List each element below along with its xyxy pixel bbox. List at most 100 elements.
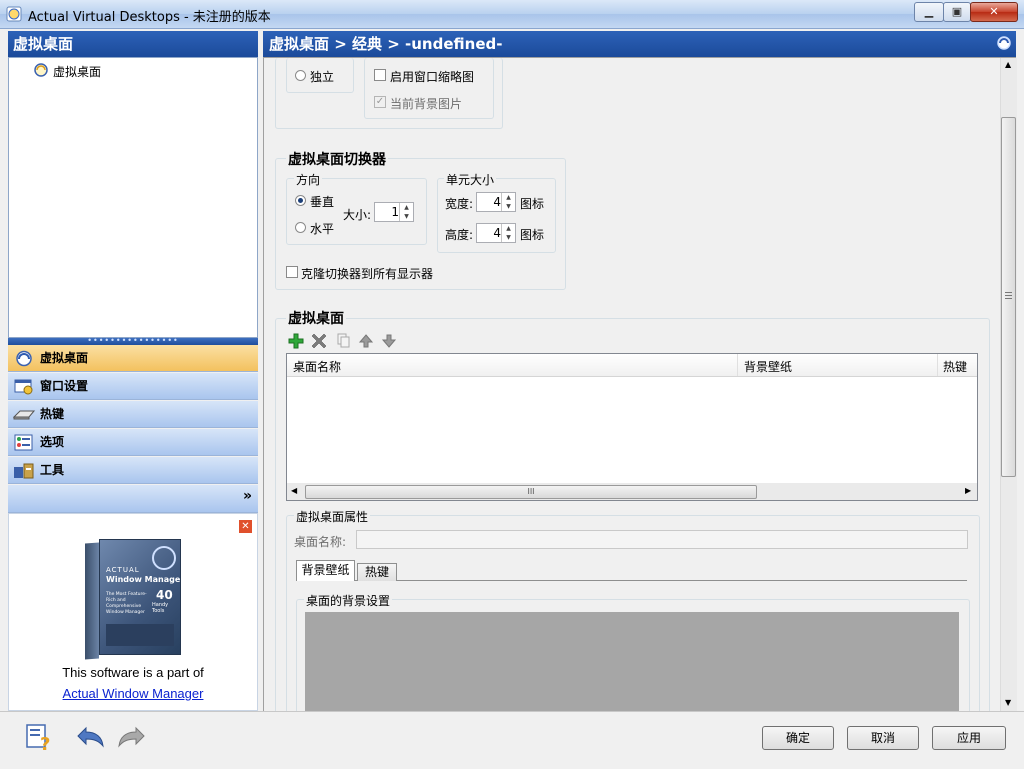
width-stepper[interactable]: 4 ▲ ▼ [476, 192, 516, 212]
desktop-name-label: 桌面名称: [294, 535, 347, 549]
desktops-table[interactable]: 桌面名称 背景壁纸 热键 ◀ III ▶ [286, 353, 978, 501]
column-hotkey[interactable]: 热键 [943, 358, 967, 375]
checkbox-current-bg: ✓ [374, 96, 386, 108]
radio-vertical[interactable] [295, 195, 306, 206]
copy-desktop-icon [337, 333, 350, 348]
stepper-down-icon[interactable]: ▼ [501, 202, 515, 211]
checkbox-clone-switcher-label: 克隆切换器到所有显示器 [301, 267, 434, 281]
nav-item-tools[interactable]: 工具 [8, 457, 258, 484]
stepper-up-icon[interactable]: ▲ [501, 193, 515, 202]
size-label: 大小: [343, 208, 372, 222]
tab-hotkey[interactable]: 热键 [357, 563, 397, 581]
height-label: 高度: [445, 228, 474, 242]
tree-item-label: 虚拟桌面 [53, 65, 102, 79]
nav-item-virtual-desktop[interactable]: 虚拟桌面 [8, 345, 258, 372]
size-value: 1 [391, 205, 399, 219]
virtual-desktop-icon [34, 63, 48, 77]
virtual-desktop-icon [16, 350, 32, 367]
help-icon[interactable]: ? [24, 722, 54, 752]
nav-item-options[interactable]: 选项 [8, 429, 258, 456]
table-hscrollbar[interactable]: ◀ III ▶ [287, 483, 977, 500]
desktops-title: 虚拟桌面 [286, 308, 346, 328]
move-down-icon [381, 334, 397, 348]
options-icon [14, 434, 33, 451]
ok-button[interactable]: 确定 [762, 726, 834, 750]
tools-icon [14, 463, 34, 479]
bottom-bar: ? 确定 取消 应用 [0, 711, 1024, 769]
radio-vertical-label: 垂直 [310, 195, 335, 209]
close-button[interactable]: ✕ [970, 2, 1018, 22]
nav-more-button[interactable]: » [8, 485, 258, 513]
panel-splitter[interactable]: •••••••••••••••• [8, 337, 258, 345]
maximize-button[interactable]: ▣ [943, 2, 971, 22]
stepper-up-icon[interactable]: ▲ [501, 224, 515, 233]
move-up-icon [358, 334, 374, 348]
bg-preview [305, 612, 959, 711]
radio-horizontal[interactable] [295, 222, 306, 233]
table-header: 桌面名称 背景壁纸 热键 [287, 354, 977, 377]
window-title: Actual Virtual Desktops - 未注册的版本 [28, 10, 271, 25]
height-unit: 图标 [520, 228, 545, 242]
promo-panel: ✕ ACTUAL Window Manager The Most Feature… [8, 513, 258, 711]
desktop-name-input [356, 530, 968, 549]
stepper-down-icon[interactable]: ▼ [399, 212, 413, 221]
checkbox-enable-thumb[interactable] [374, 69, 386, 81]
scroll-left-icon[interactable]: ◀ [291, 486, 297, 495]
tab-wallpaper[interactable]: 背景壁纸 [296, 560, 355, 581]
window-settings-icon [14, 379, 33, 395]
direction-title: 方向 [294, 171, 323, 188]
scroll-up-icon[interactable]: ▲ [1005, 60, 1011, 69]
nav-item-label: 虚拟桌面 [40, 351, 89, 365]
scroll-right-icon[interactable]: ▶ [965, 486, 971, 495]
radio-horizontal-label: 水平 [310, 222, 335, 236]
checkbox-current-bg-label: 当前背景图片 [390, 97, 463, 111]
hscroll-thumb[interactable]: III [305, 485, 757, 499]
size-stepper[interactable]: 1 ▲ ▼ [374, 202, 414, 222]
height-stepper[interactable]: 4 ▲ ▼ [476, 223, 516, 243]
title-bar: Actual Virtual Desktops - 未注册的版本 ▁ ▣ ✕ [0, 0, 1024, 29]
keyboard-icon [13, 410, 35, 420]
left-panel-title: 虚拟桌面 [8, 31, 258, 57]
height-value: 4 [493, 226, 501, 240]
nav-item-label: 选项 [40, 435, 65, 449]
apply-button[interactable]: 应用 [932, 726, 1006, 750]
redo-icon [118, 726, 145, 748]
checkbox-enable-thumb-label: 启用窗口缩略图 [390, 70, 475, 84]
app-icon [6, 6, 22, 22]
desktop-tree[interactable]: 虚拟桌面 [8, 57, 258, 338]
bg-settings-title: 桌面的背景设置 [304, 592, 393, 609]
nav-item-label: 工具 [40, 463, 65, 477]
chevron-double-down-icon: » [242, 488, 252, 504]
column-wallpaper[interactable]: 背景壁纸 [744, 358, 792, 375]
scroll-down-icon[interactable]: ▼ [1005, 698, 1011, 707]
nav-item-hotkeys[interactable]: 热键 [8, 401, 258, 428]
minimize-button[interactable]: ▁ [914, 2, 944, 22]
svg-text:?: ? [40, 734, 50, 752]
column-desktop-name[interactable]: 桌面名称 [293, 358, 341, 375]
desktop-properties-title: 虚拟桌面属性 [294, 508, 371, 525]
cell-size-title: 单元大小 [444, 171, 497, 188]
switcher-title: 虚拟桌面切换器 [286, 149, 388, 169]
stepper-down-icon[interactable]: ▼ [501, 233, 515, 242]
nav-item-label: 热键 [40, 407, 65, 421]
checkbox-clone-switcher[interactable] [286, 266, 298, 278]
promo-text: This software is a part of [62, 665, 204, 680]
nav-item-label: 窗口设置 [40, 379, 89, 393]
vscroll-thumb[interactable] [1001, 117, 1016, 477]
stepper-up-icon[interactable]: ▲ [399, 203, 413, 212]
delete-desktop-icon[interactable] [311, 333, 327, 349]
undo-icon[interactable] [76, 724, 106, 748]
radio-independent-label: 独立 [310, 70, 335, 84]
width-label: 宽度: [445, 197, 474, 211]
width-unit: 图标 [520, 197, 545, 211]
promo-close-icon[interactable]: ✕ [239, 520, 252, 533]
radio-independent[interactable] [295, 70, 306, 81]
nav-item-window-settings[interactable]: 窗口设置 [8, 373, 258, 400]
virtual-desktop-icon [997, 36, 1011, 50]
promo-link[interactable]: Actual Window Manager [9, 686, 257, 701]
add-desktop-icon[interactable] [288, 333, 304, 349]
width-value: 4 [493, 195, 501, 209]
breadcrumb: 虚拟桌面 > 经典 > -undefined- [263, 31, 1016, 57]
cancel-button[interactable]: 取消 [847, 726, 919, 750]
product-box-image: ACTUAL Window Manager The Most Feature-R… [85, 539, 181, 660]
